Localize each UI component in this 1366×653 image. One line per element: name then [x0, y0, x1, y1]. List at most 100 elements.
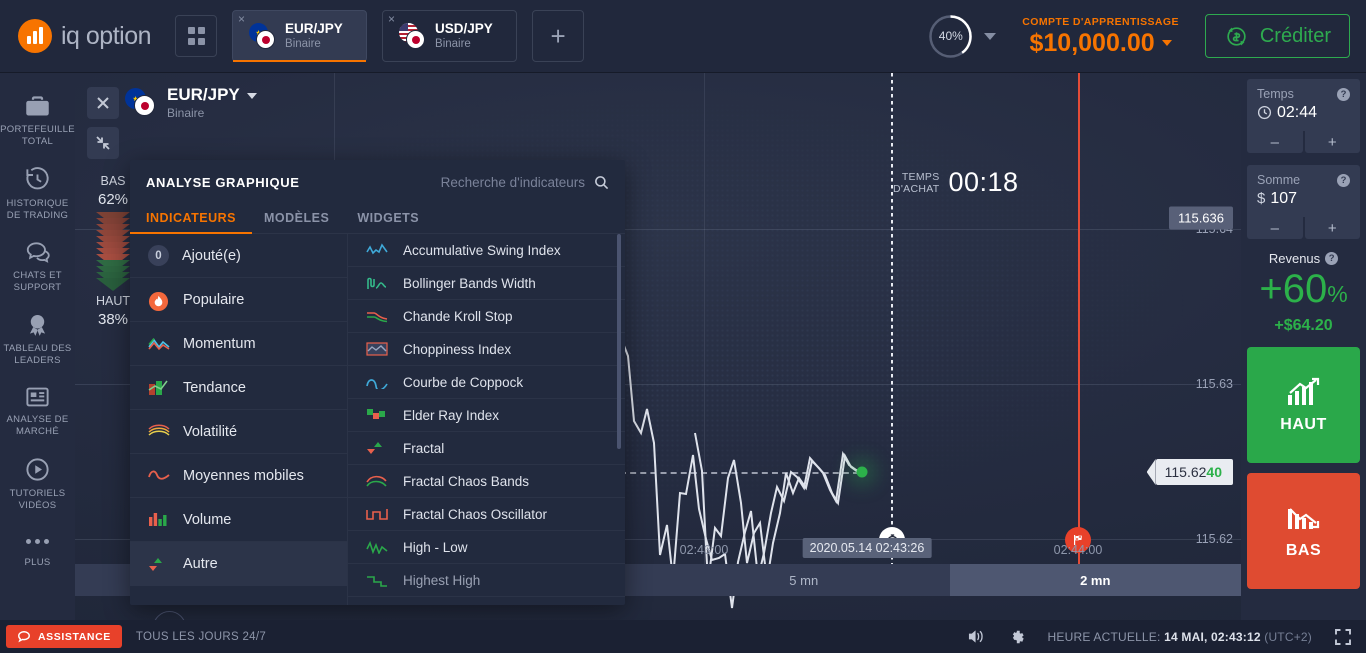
tab-modeles[interactable]: MODÈLES [264, 211, 329, 233]
volume-bars-icon [148, 511, 170, 529]
indicator-label: Courbe de Coppock [403, 374, 524, 390]
credit-button-label: Créditer [1259, 24, 1331, 47]
category-moyennes-mobiles[interactable]: Moyennes mobiles [130, 454, 347, 498]
list-item[interactable]: Elder Ray Index [348, 399, 625, 432]
indicator-label: Chande Kroll Stop [403, 308, 513, 324]
brand-logo[interactable]: iq option [18, 19, 152, 53]
amount-field[interactable]: ? Somme $ 107 [1247, 165, 1360, 217]
sidebar-label: PORTEFEUILLE TOTAL [0, 124, 75, 147]
close-icon[interactable]: × [388, 13, 395, 25]
category-label: Volume [183, 511, 232, 528]
credit-button[interactable]: Créditer [1204, 14, 1350, 58]
chevron-down-icon[interactable] [1161, 40, 1172, 46]
time-value-row: 02:44 [1257, 102, 1350, 123]
chevron-down-icon[interactable] [984, 32, 997, 40]
account-balance[interactable]: COMPTE D'APPRENTISSAGE $10,000.00 [1022, 15, 1179, 57]
category-ajoute[interactable]: 0 Ajouté(e) [130, 234, 347, 278]
current-time-badge: 2020.05.14 02:43:26 [802, 538, 932, 558]
profile-progress-ring[interactable]: 40% [927, 13, 974, 60]
clock-timezone: (UTC+2) [1264, 629, 1312, 644]
list-item[interactable]: Accumulative Swing Index [348, 234, 625, 267]
logo-mark-icon [18, 19, 52, 53]
list-item[interactable]: Bollinger Bands Width [348, 267, 625, 300]
amount-stepper: – + [1247, 217, 1360, 239]
sidebar-label: PLUS [24, 557, 51, 568]
category-populaire[interactable]: Populaire [130, 278, 347, 322]
revenue-label-row: Revenus ? [1247, 251, 1360, 266]
asset-tab-usdjpy[interactable]: × USD/JPY Binaire [382, 10, 518, 62]
chevron-down-icon[interactable] [246, 92, 257, 99]
sidebar-item-leaderboard[interactable]: TABLEAU DES LEADERS [0, 303, 75, 376]
help-icon[interactable]: ? [1325, 252, 1339, 265]
list-item[interactable]: Chande Kroll Stop [348, 300, 625, 333]
time-decrease-button[interactable]: – [1247, 131, 1303, 153]
list-item[interactable]: Fractal Chaos Oscillator [348, 498, 625, 531]
sidebar-item-market-analysis[interactable]: ANALYSE DE MARCHÉ [0, 376, 75, 447]
purchase-deadline-line [891, 73, 893, 564]
list-item[interactable]: Highest High [348, 564, 625, 597]
category-tendance[interactable]: Tendance [130, 366, 347, 410]
indicator-search[interactable] [425, 174, 609, 190]
dollar-refresh-icon [1227, 26, 1246, 46]
time-increase-button[interactable]: + [1304, 131, 1360, 153]
tab-indicateurs[interactable]: INDICATEURS [130, 211, 252, 234]
amount-increase-button[interactable]: + [1304, 217, 1360, 239]
sidebar-label: ANALYSE DE MARCHÉ [6, 414, 69, 437]
revenue-percent-value: +60 [1259, 267, 1328, 311]
indicator-label: Bollinger Bands Width [403, 275, 536, 291]
indicator-label: Elder Ray Index [403, 407, 500, 423]
indicator-categories: 0 Ajouté(e) Populaire Momentum Tendance … [130, 234, 348, 605]
category-volatilite[interactable]: Volatilité [130, 410, 347, 454]
assistance-button[interactable]: ASSISTANCE [6, 625, 122, 648]
speaker-icon[interactable] [967, 628, 986, 645]
collapse-icon[interactable] [87, 127, 119, 159]
sidebar-item-history[interactable]: HISTORIQUE DE TRADING [0, 157, 75, 231]
indicator-label: Fractal Chaos Bands [403, 473, 530, 489]
revenue-percent: +60% [1247, 266, 1360, 317]
pencil-icon[interactable] [153, 611, 186, 620]
award-ribbon-icon [24, 312, 51, 338]
amount-value: 107 [1270, 190, 1298, 207]
close-icon[interactable]: × [238, 13, 245, 25]
list-item[interactable]: Choppiness Index [348, 333, 625, 366]
category-momentum[interactable]: Momentum [130, 322, 347, 366]
help-icon[interactable]: ? [1337, 174, 1350, 187]
amount-decrease-button[interactable]: – [1247, 217, 1303, 239]
search-input[interactable] [425, 174, 585, 190]
close-icon[interactable] [87, 87, 119, 119]
chart-asset-header[interactable]: EUR/JPY Binaire [125, 85, 257, 121]
fullscreen-icon[interactable] [1334, 628, 1352, 646]
expiration-time-field[interactable]: ? Temps 02:44 [1247, 79, 1360, 131]
list-item[interactable]: High - Low [348, 531, 625, 564]
list-item[interactable]: Fractal Chaos Bands [348, 465, 625, 498]
category-autre[interactable]: Autre [130, 542, 347, 586]
category-volume[interactable]: Volume [130, 498, 347, 542]
currency-symbol: $ [1257, 190, 1266, 207]
sidebar-item-video-tutorials[interactable]: TUTORIELS VIDÉOS [0, 447, 75, 521]
indicator-list[interactable]: Accumulative Swing Index Bollinger Bands… [348, 234, 625, 605]
newspaper-icon [24, 385, 51, 409]
sidebar-item-portfolio[interactable]: PORTEFEUILLE TOTAL [0, 85, 75, 157]
list-item[interactable]: Fractal [348, 432, 625, 465]
call-up-button[interactable]: HAUT [1247, 347, 1360, 463]
gear-icon[interactable] [1008, 628, 1026, 646]
call-up-label: HAUT [1280, 415, 1327, 433]
tab-widgets[interactable]: WIDGETS [357, 211, 419, 233]
buy-time-label-line1: TEMPS [901, 170, 940, 183]
expiry-deadline-line [1078, 73, 1080, 564]
put-down-button[interactable]: BAS [1247, 473, 1360, 589]
sidebar-item-more[interactable]: PLUS [0, 521, 75, 578]
bottom-right-group: HEURE ACTUELLE: 14 MAI, 02:43:12 (UTC+2) [967, 628, 1352, 646]
grid-icon[interactable] [175, 15, 218, 57]
sidebar-item-chat-support[interactable]: CHATS ET SUPPORT [0, 231, 75, 303]
asset-tab-type: Binaire [435, 38, 471, 50]
revenue-label: Revenus [1268, 251, 1321, 266]
timeframe-2mn[interactable]: 2 mn [949, 564, 1241, 596]
add-asset-button[interactable]: + [532, 10, 585, 62]
asset-tab-eurjpy[interactable]: × EUR/JPY Binaire [232, 10, 368, 62]
list-item[interactable]: Courbe de Coppock [348, 366, 625, 399]
timeframe-5mn[interactable]: 5 mn [658, 564, 950, 596]
scrollbar[interactable] [617, 234, 621, 449]
left-sidebar: PORTEFEUILLE TOTAL HISTORIQUE DE TRADING… [0, 73, 75, 620]
help-icon[interactable]: ? [1337, 88, 1350, 101]
